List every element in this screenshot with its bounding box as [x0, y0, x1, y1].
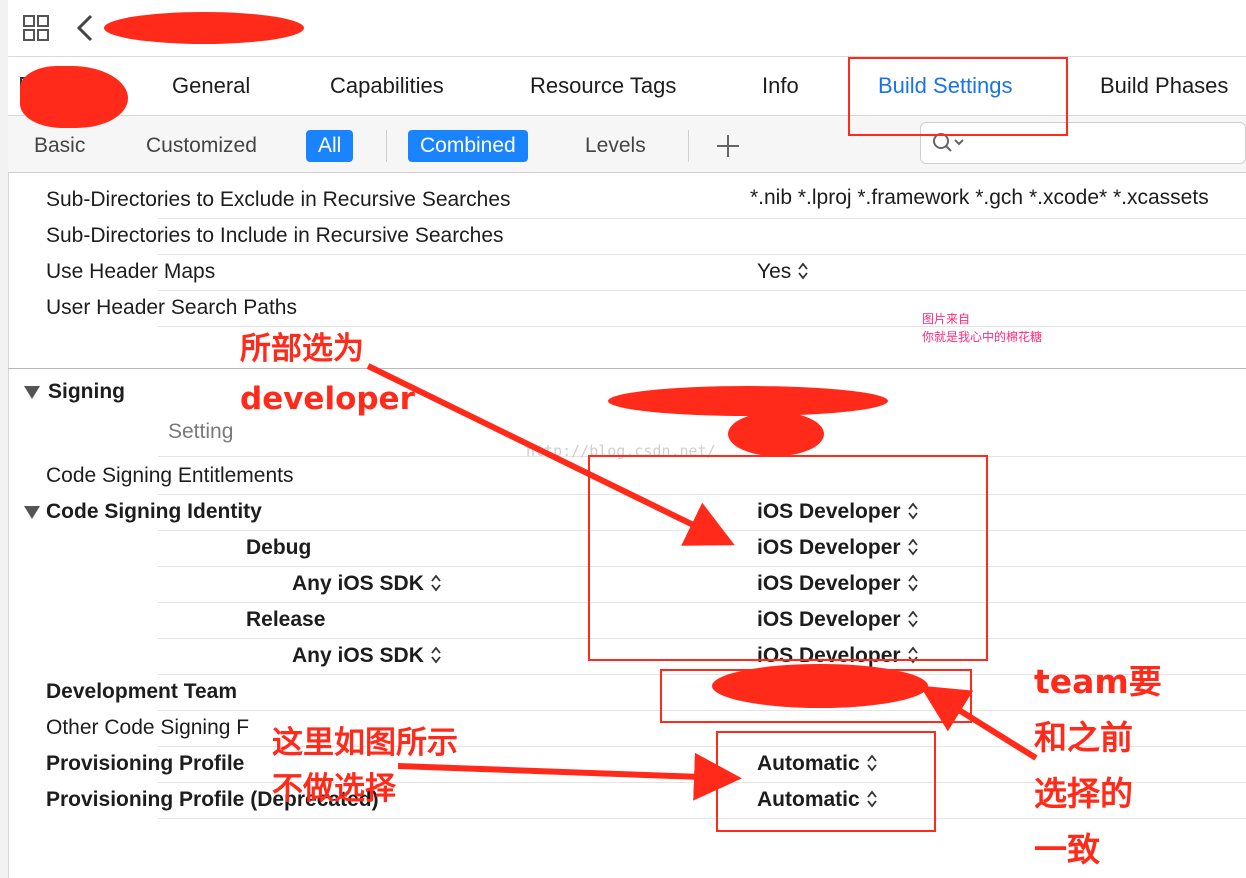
annotation-line: 和之前: [1034, 718, 1133, 757]
annotation-line: 这里如图所示: [272, 725, 458, 761]
annotation-note: 这里如图所示 不做选择: [272, 720, 458, 812]
arrow: [366, 363, 735, 546]
annotation-line: team要: [1034, 662, 1162, 701]
annotation-line: 选择的: [1034, 774, 1133, 813]
annotation-line: developer: [240, 381, 415, 417]
arrow: [919, 685, 1038, 761]
annotation-line: 一致: [1034, 830, 1100, 869]
annotation-note: 所部选为 developer: [240, 328, 415, 420]
annotation-line: 不做选择: [272, 771, 396, 807]
annotation-line: 所部选为: [240, 331, 364, 367]
annotation-note: team要 和之前 选择的 一致: [1034, 654, 1162, 878]
